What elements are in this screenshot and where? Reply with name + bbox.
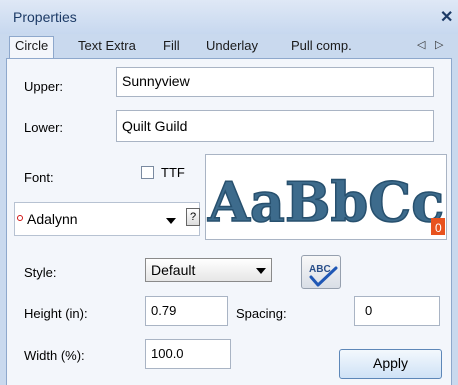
spacing-input[interactable]: 0 (354, 296, 440, 326)
ttf-checkbox[interactable] (141, 166, 154, 179)
close-icon[interactable]: ✕ (440, 7, 453, 27)
tab-scroll-right-icon[interactable]: ▷ (435, 38, 443, 51)
tab-circle[interactable]: Circle (9, 36, 55, 59)
lower-text-input[interactable]: Quilt Guild (116, 110, 434, 142)
window-title: Properties (13, 9, 77, 25)
style-select[interactable]: Default (145, 258, 272, 282)
chevron-down-icon (166, 218, 176, 224)
tab-strip: Circle Text Extra Fill Underlay Pull com… (0, 34, 458, 59)
spacing-label: Spacing: (236, 306, 287, 321)
width-label: Width (%): (24, 348, 85, 363)
preview-badge-text: 0 (435, 221, 442, 235)
font-select-value: Adalynn (27, 211, 78, 227)
style-label: Style: (24, 265, 57, 280)
font-type-icon (17, 215, 23, 221)
font-label: Font: (24, 170, 54, 185)
apply-button[interactable]: Apply (339, 349, 442, 379)
height-input[interactable]: 0.79 (145, 296, 228, 326)
chevron-down-icon (256, 268, 266, 274)
tab-underlay[interactable]: Underlay (201, 37, 263, 58)
lower-label: Lower: (24, 120, 64, 135)
tab-pull-comp[interactable]: Pull comp. (286, 37, 357, 58)
font-preview-sample: AaBbCc (207, 170, 444, 234)
tab-scroll-left-icon[interactable]: ◁ (417, 38, 425, 51)
tab-text-extra[interactable]: Text Extra (73, 37, 141, 58)
spell-check-icon: ABC (309, 264, 338, 287)
width-input[interactable]: 100.0 (145, 339, 231, 369)
style-select-value: Default (151, 262, 196, 278)
font-help-button[interactable]: ? (186, 208, 200, 226)
ttf-label: TTF (161, 165, 185, 180)
spell-check-text: ABC (309, 264, 331, 275)
font-preview: AaBbCc 0 (205, 154, 447, 240)
font-preview-graphic: AaBbCc 0 (206, 169, 445, 235)
spell-check-button[interactable]: ABC (301, 255, 341, 289)
title-bar: Properties ✕ (0, 0, 458, 34)
height-label: Height (in): (24, 306, 88, 321)
font-select[interactable]: Adalynn (14, 202, 200, 236)
upper-label: Upper: (24, 79, 64, 94)
upper-text-input[interactable]: Sunnyview (116, 67, 434, 97)
tab-fill[interactable]: Fill (158, 37, 185, 58)
